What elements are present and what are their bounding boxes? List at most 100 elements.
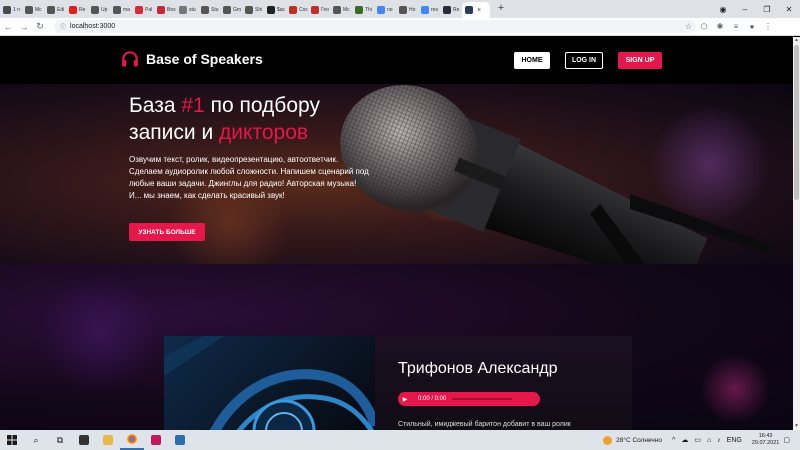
browser-tab[interactable]: Mc bbox=[330, 2, 352, 18]
browser-tab[interactable]: Edi bbox=[44, 2, 66, 18]
scroll-up-arrow[interactable]: ▲ bbox=[793, 37, 800, 44]
close-tab-icon[interactable]: × bbox=[477, 7, 481, 14]
onedrive-icon[interactable]: ☁ bbox=[681, 436, 688, 444]
file-explorer-icon[interactable] bbox=[96, 430, 120, 450]
browser-tab[interactable]: Gm bbox=[220, 2, 242, 18]
screen: 1 n Mc Edi Re Up ma Pal Bes stu Stu Gm Shi $ac Coc Гео… bbox=[0, 0, 800, 450]
notifications-icon[interactable]: ▢ bbox=[783, 436, 790, 444]
browser-tab-strip: 1 n Mc Edi Re Up ma Pal Bes stu Stu Gm Shi $ac Coc Гео… bbox=[0, 0, 800, 18]
browser-tab[interactable]: Ho bbox=[396, 2, 418, 18]
learn-more-button[interactable]: УЗНАТЬ БОЛЬШЕ bbox=[129, 223, 205, 241]
bokeh-light bbox=[40, 274, 160, 394]
tab-label: Mc bbox=[35, 7, 42, 13]
back-button[interactable]: ← bbox=[0, 22, 16, 32]
browser-tab[interactable]: ma bbox=[110, 2, 132, 18]
forward-button[interactable]: → bbox=[16, 22, 32, 32]
headphones-photo bbox=[164, 336, 375, 430]
tab-label: Thi bbox=[365, 7, 372, 13]
browser-tab[interactable]: Up bbox=[88, 2, 110, 18]
browser-tab[interactable]: Гео bbox=[308, 2, 330, 18]
extensions-puzzle-icon[interactable]: ✱ bbox=[712, 22, 728, 31]
browser-tab[interactable]: Pal bbox=[132, 2, 154, 18]
login-button[interactable]: LOG IN bbox=[565, 52, 603, 69]
battery-icon[interactable]: ▭ bbox=[694, 436, 701, 444]
browser-tab[interactable]: no bbox=[374, 2, 396, 18]
media-icon[interactable]: ≡ bbox=[728, 22, 744, 31]
tab-favicon-icon bbox=[399, 6, 407, 14]
maximize-button[interactable]: ❐ bbox=[756, 5, 778, 14]
ide-app-icon[interactable] bbox=[144, 430, 168, 450]
scroll-down-arrow[interactable]: ▼ bbox=[793, 423, 800, 430]
tab-label: Гео bbox=[321, 7, 329, 13]
browser-tab[interactable]: Mc bbox=[22, 2, 44, 18]
browser-tab[interactable]: Re bbox=[66, 2, 88, 18]
browser-tab[interactable]: Re bbox=[440, 2, 462, 18]
browser-tab[interactable]: Shi bbox=[242, 2, 264, 18]
address-bar[interactable]: ⓘ localhost:3000 ☆ bbox=[54, 20, 696, 33]
tab-favicon-icon bbox=[91, 6, 99, 14]
site-name: Base of Speakers bbox=[146, 51, 263, 67]
bookmark-star-icon[interactable]: ☆ bbox=[685, 22, 692, 31]
reload-button[interactable]: ↻ bbox=[32, 21, 48, 32]
tray-overflow-icon[interactable]: ^ bbox=[672, 437, 675, 444]
play-icon[interactable]: ▶ bbox=[398, 396, 412, 403]
browser-tab[interactable]: res bbox=[418, 2, 440, 18]
network-icon[interactable]: ⌂ bbox=[707, 437, 711, 444]
language-indicator[interactable]: ENG bbox=[727, 437, 742, 444]
hero-title: База #1 по подбору записи и дикторов bbox=[129, 92, 369, 146]
signup-button[interactable]: SIGN UP bbox=[618, 52, 662, 69]
tab-favicon-icon bbox=[157, 6, 165, 14]
scrollbar-thumb[interactable] bbox=[794, 45, 799, 200]
browser-tab[interactable]: Coc bbox=[286, 2, 308, 18]
speaker-description: Стильный, имиджевый баритон добавит в ва… bbox=[398, 421, 571, 428]
new-tab-button[interactable]: + bbox=[494, 2, 508, 16]
browser-tab[interactable]: Thi bbox=[352, 2, 374, 18]
hero-title-text: по подбору bbox=[204, 94, 320, 117]
speaker-name: Трифонов Александр bbox=[398, 360, 558, 377]
browser-tab[interactable]: Bes bbox=[154, 2, 176, 18]
volume-icon[interactable]: ♪ bbox=[717, 437, 721, 444]
profile-avatar-icon[interactable]: ● bbox=[744, 22, 760, 31]
browser-tab[interactable]: stu bbox=[176, 2, 198, 18]
chrome-app-icon[interactable] bbox=[120, 430, 144, 450]
tab-favicon-icon bbox=[377, 6, 385, 14]
hero-title-text: База bbox=[129, 94, 182, 117]
page-scrollbar[interactable]: ▲ ▼ bbox=[793, 37, 800, 430]
extension-icon[interactable]: ⬡ bbox=[696, 22, 712, 31]
home-button[interactable]: HOME bbox=[514, 52, 550, 69]
tab-favicon-icon bbox=[355, 6, 363, 14]
tab-favicon-icon bbox=[267, 6, 275, 14]
weather-widget[interactable]: 28°C Солнечно bbox=[603, 435, 662, 445]
figma-app-icon[interactable] bbox=[72, 430, 96, 450]
browser-toolbar: ← → ↻ ⓘ localhost:3000 ☆ ⬡ ✱ ≡ ● ⋮ bbox=[0, 18, 800, 36]
tab-label: Pal bbox=[145, 7, 153, 13]
menu-icon[interactable]: ⋮ bbox=[760, 22, 776, 31]
tab-favicon-icon bbox=[47, 6, 55, 14]
close-window-button[interactable]: ✕ bbox=[778, 5, 800, 14]
clock[interactable]: 16:43 29.07.2021 bbox=[752, 433, 780, 447]
tab-favicon-icon bbox=[223, 6, 231, 14]
browser-tab[interactable]: 1 n bbox=[0, 2, 22, 18]
site-header: Base of Speakers HOME LOG IN SIGN UP bbox=[0, 37, 793, 84]
hero-title-text: записи и bbox=[129, 121, 220, 144]
tab-favicon-icon bbox=[421, 6, 429, 14]
tab-label: res bbox=[431, 7, 438, 13]
search-icon[interactable]: ⌕ bbox=[24, 430, 48, 450]
task-view-icon[interactable]: ⧉ bbox=[48, 430, 72, 450]
hero-title-accent: дикторов bbox=[219, 121, 309, 144]
tab-favicon-icon bbox=[135, 6, 143, 14]
audio-player[interactable]: ▶ 0:00 / 0:00 bbox=[398, 392, 540, 406]
hero-text: База #1 по подбору записи и дикторов Озв… bbox=[129, 92, 369, 202]
info-icon[interactable]: ⓘ bbox=[60, 22, 66, 31]
bird-app-icon[interactable] bbox=[168, 430, 192, 450]
profile-icon[interactable]: ◉ bbox=[712, 5, 734, 14]
browser-tab[interactable]: $ac bbox=[264, 2, 286, 18]
browser-tab[interactable]: × bbox=[462, 2, 490, 18]
audio-progress[interactable] bbox=[452, 398, 513, 400]
windows-start-icon[interactable] bbox=[0, 430, 24, 450]
tab-label: no bbox=[387, 7, 393, 13]
site-logo[interactable]: Base of Speakers bbox=[120, 49, 263, 69]
tab-label: Stu bbox=[211, 7, 219, 13]
minimize-button[interactable]: – bbox=[734, 5, 756, 14]
browser-tab[interactable]: Stu bbox=[198, 2, 220, 18]
